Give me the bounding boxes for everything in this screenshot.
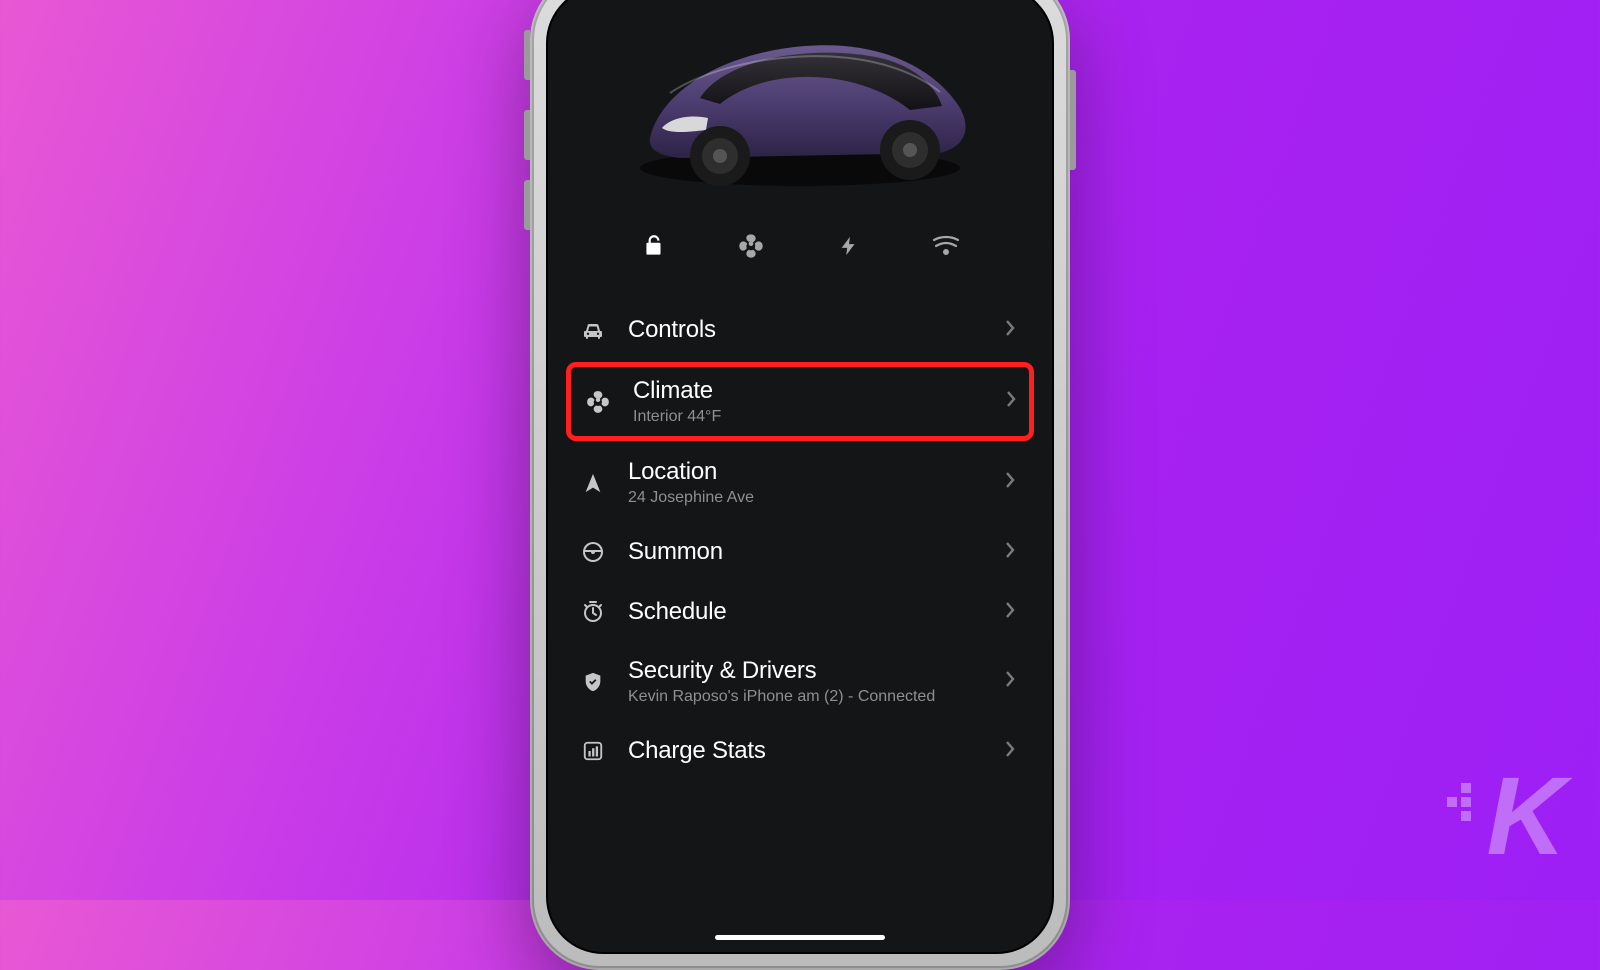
chevron-right-icon bbox=[1004, 601, 1016, 624]
menu-subtitle: Kevin Raposo's iPhone am (2) - Connected bbox=[628, 688, 1004, 706]
phone-screen: Controls Climate Interior 44°F bbox=[548, 0, 1052, 952]
charge-port-icon bbox=[931, 235, 961, 262]
chart-icon bbox=[578, 736, 608, 766]
home-indicator bbox=[715, 935, 885, 940]
menu-title: Location bbox=[628, 458, 1004, 486]
menu-item-climate[interactable]: Climate Interior 44°F bbox=[566, 362, 1034, 441]
menu-subtitle: Interior 44°F bbox=[633, 408, 1005, 426]
menu-title: Controls bbox=[628, 316, 1004, 344]
menu-item-security[interactable]: Security & Drivers Kevin Raposo's iPhone… bbox=[578, 642, 1022, 721]
chevron-right-icon bbox=[1005, 390, 1017, 413]
menu-item-location[interactable]: Location 24 Josephine Ave bbox=[578, 443, 1022, 522]
chevron-right-icon bbox=[1004, 740, 1016, 763]
navigation-icon bbox=[578, 468, 608, 498]
quick-action-lock[interactable] bbox=[632, 226, 676, 270]
bolt-icon bbox=[838, 233, 860, 264]
watermark-dots-icon bbox=[1437, 783, 1477, 823]
watermark: K bbox=[1487, 753, 1560, 880]
shield-icon bbox=[578, 667, 608, 697]
chevron-right-icon bbox=[1004, 319, 1016, 342]
clock-bolt-icon bbox=[578, 597, 608, 627]
quick-action-port[interactable] bbox=[924, 226, 968, 270]
menu-list: Controls Climate Interior 44°F bbox=[578, 300, 1022, 781]
menu-item-summon[interactable]: Summon bbox=[578, 522, 1022, 582]
menu-item-charge-stats[interactable]: Charge Stats bbox=[578, 721, 1022, 781]
quick-actions-row bbox=[578, 208, 1022, 300]
menu-title: Security & Drivers bbox=[628, 657, 1004, 685]
menu-title: Climate bbox=[633, 377, 1005, 405]
unlock-icon bbox=[641, 233, 667, 264]
menu-item-controls[interactable]: Controls bbox=[578, 300, 1022, 360]
fan-icon bbox=[737, 232, 765, 265]
chevron-right-icon bbox=[1004, 541, 1016, 564]
car-icon bbox=[578, 315, 608, 345]
quick-action-fan[interactable] bbox=[729, 226, 773, 270]
quick-action-charge[interactable] bbox=[827, 226, 871, 270]
vehicle-image bbox=[578, 0, 1022, 208]
menu-subtitle: 24 Josephine Ave bbox=[628, 489, 1004, 507]
chevron-right-icon bbox=[1004, 670, 1016, 693]
fan-icon bbox=[583, 387, 613, 417]
chevron-right-icon bbox=[1004, 471, 1016, 494]
menu-title: Summon bbox=[628, 538, 1004, 566]
watermark-letter: K bbox=[1487, 755, 1560, 878]
phone-mockup: Controls Climate Interior 44°F bbox=[530, 0, 1070, 970]
menu-title: Schedule bbox=[628, 598, 1004, 626]
steering-icon bbox=[578, 537, 608, 567]
menu-title: Charge Stats bbox=[628, 737, 1004, 765]
menu-item-schedule[interactable]: Schedule bbox=[578, 582, 1022, 642]
